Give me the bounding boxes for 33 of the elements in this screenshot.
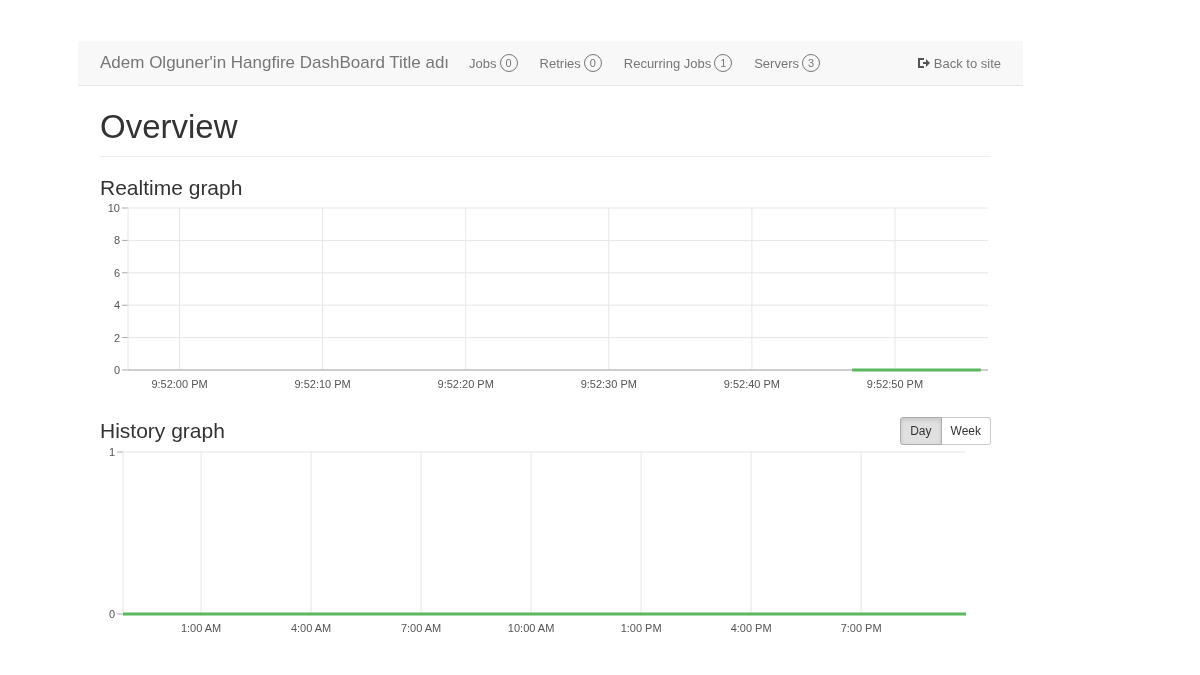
section-title: History graph — [100, 419, 225, 443]
x-tick-label: 9:52:50 PM — [866, 378, 924, 390]
x-tick-label: 4:00 AM — [290, 622, 332, 634]
sign-out-icon — [916, 57, 930, 69]
range-button[interactable]: Week — [941, 417, 991, 445]
x-tick-label: 9:52:00 PM — [151, 378, 208, 390]
x-tick-label: 9:52:20 PM — [437, 378, 494, 390]
nav-link[interactable]: Recurring Jobs 1 — [623, 54, 733, 72]
range-button[interactable]: Day — [900, 417, 942, 445]
y-tick-label: 10 — [107, 202, 120, 214]
nav-link[interactable]: Servers 3 — [754, 54, 820, 72]
x-tick-label: 7:00 PM — [840, 622, 882, 634]
section-title: Realtime graph — [100, 176, 244, 200]
x-tick-label: 10:00 AM — [507, 622, 555, 634]
nav-link[interactable]: Retries 0 — [539, 54, 602, 72]
y-tick-label: 2 — [113, 331, 120, 344]
y-tick-label: 1 — [108, 446, 115, 458]
y-tick-label: 4 — [113, 299, 120, 312]
y-tick-label: 6 — [113, 266, 120, 279]
x-tick-label: 1:00 PM — [620, 622, 662, 634]
brand-title[interactable]: Adem Olguner'in Hangfire DashBoard Title adı — [100, 53, 450, 73]
x-tick-label: 7:00 AM — [400, 622, 442, 634]
nav-link[interactable]: Jobs 0 — [469, 54, 518, 72]
y-tick-label: 0 — [108, 608, 115, 620]
x-tick-label: 1:00 AM — [180, 622, 222, 634]
x-tick-label: 9:52:30 PM — [580, 378, 637, 390]
x-tick-label: 9:52:40 PM — [723, 378, 781, 390]
x-tick-label: 4:00 PM — [730, 622, 772, 634]
x-tick-label: 9:52:10 PM — [294, 378, 351, 390]
page-title: Overview — [100, 108, 991, 157]
y-tick-label: 8 — [113, 234, 120, 247]
y-tick-label: 0 — [113, 364, 120, 376]
back-link[interactable]: Back to site — [916, 55, 1001, 71]
